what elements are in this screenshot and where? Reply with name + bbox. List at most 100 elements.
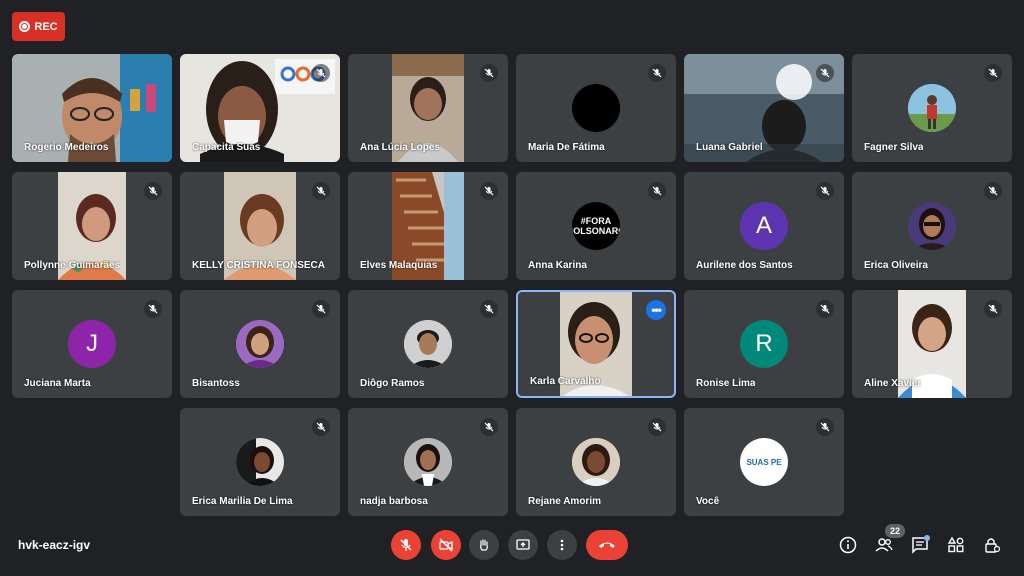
mic-off-icon [144, 300, 162, 318]
mic-off-icon [648, 64, 666, 82]
participant-tile[interactable]: Diôgo Ramos [348, 290, 508, 398]
present-icon [516, 539, 530, 550]
mic-off-icon [312, 418, 330, 436]
participant-tile[interactable]: Ana Lúcia Lopes [348, 54, 508, 162]
participant-tile[interactable]: A Aurilene dos Santos [684, 172, 844, 280]
participant-tile[interactable]: Rogerio Medeiros [12, 54, 172, 162]
more-options-button[interactable] [547, 530, 577, 560]
participant-name: Capacita Suas [192, 142, 261, 153]
camera-toggle-button[interactable] [431, 530, 461, 560]
activities-button[interactable] [944, 533, 968, 557]
participant-tile[interactable]: Bisantoss [180, 290, 340, 398]
participant-tile[interactable]: Luana Gabriel [684, 54, 844, 162]
participant-name: Elves Malaquias [360, 260, 438, 271]
participant-name: Aline Xavier [864, 378, 922, 389]
participant-avatar: A [740, 202, 788, 250]
participant-avatar: SUAS PE [740, 438, 788, 486]
participant-avatar [908, 84, 956, 132]
host-controls-button[interactable] [980, 533, 1004, 557]
participant-avatar [572, 438, 620, 486]
participant-tile[interactable]: #FORA BOLSONARO Anna Karina [516, 172, 676, 280]
participant-tile[interactable]: Maria De Fátima [516, 54, 676, 162]
lock-person-icon [985, 538, 1001, 553]
mic-off-icon [312, 300, 330, 318]
participant-name: Anna Karina [528, 260, 587, 271]
participant-name: Você [696, 496, 720, 507]
participant-avatar [236, 320, 284, 368]
participant-name: Karla Carvalho [530, 376, 601, 387]
participant-name: Pollynne Guimarães [24, 260, 121, 271]
mic-off-icon [648, 182, 666, 200]
participant-name: Diôgo Ramos [360, 378, 425, 389]
mic-off-icon [984, 182, 1002, 200]
record-icon [19, 21, 31, 32]
participant-name: Erica Oliveira [864, 260, 928, 271]
participant-name: KELLY CRISTINA FONSECA [192, 260, 325, 271]
meeting-code: hvk-eacz-igv [18, 538, 91, 552]
mic-off-icon [480, 64, 498, 82]
participant-name: Ronise Lima [696, 378, 756, 389]
participant-name: nadja barbosa [360, 496, 428, 507]
participant-avatar [908, 202, 956, 250]
raise-hand-button[interactable] [469, 530, 499, 560]
participant-avatar [236, 438, 284, 486]
participant-name: Rejane Amorim [528, 496, 601, 507]
mic-off-icon [816, 182, 834, 200]
participant-tile[interactable]: nadja barbosa [348, 408, 508, 516]
participant-name: Juciana Marta [24, 378, 91, 389]
participant-tile[interactable]: Erica Oliveira [852, 172, 1012, 280]
participant-tile[interactable]: Aline Xavier [852, 290, 1012, 398]
participant-tile[interactable]: Capacita Suas [180, 54, 340, 162]
participant-name: Bisantoss [192, 378, 240, 389]
participant-avatar: #FORA BOLSONARO [572, 202, 620, 250]
mic-off-icon [144, 182, 162, 200]
participant-tile[interactable]: KELLY CRISTINA FONSECA [180, 172, 340, 280]
mic-off-icon [480, 300, 498, 318]
present-now-button[interactable] [508, 530, 538, 560]
participant-name: Erica Marilia De Lima [192, 496, 293, 507]
recording-label: REC [34, 20, 58, 33]
participant-avatar [572, 84, 620, 132]
participant-name: Rogerio Medeiros [24, 142, 109, 153]
mic-off-icon [816, 300, 834, 318]
participant-avatar: R [740, 320, 788, 368]
mic-off-icon [312, 182, 330, 200]
activities-icon [947, 536, 964, 553]
participant-tile[interactable]: J Juciana Marta [12, 290, 172, 398]
recording-badge[interactable]: REC [12, 12, 65, 41]
participant-tile[interactable]: Rejane Amorim [516, 408, 676, 516]
more-vert-icon [560, 539, 564, 551]
more-options-icon[interactable]: ••• [646, 300, 666, 320]
info-icon [839, 536, 857, 554]
participant-tile[interactable]: Elves Malaquias [348, 172, 508, 280]
participant-tile-self[interactable]: SUAS PE Você [684, 408, 844, 516]
participant-name: Ana Lúcia Lopes [360, 142, 441, 153]
leave-call-button[interactable] [586, 530, 628, 560]
camera-off-icon [439, 538, 453, 552]
call-end-icon [599, 542, 615, 548]
participant-tile[interactable]: Pollynne Guimarães [12, 172, 172, 280]
participant-name: Maria De Fátima [528, 142, 605, 153]
mic-off-icon [984, 64, 1002, 82]
participant-tile[interactable]: Fagner Silva [852, 54, 1012, 162]
mic-off-icon [816, 64, 834, 82]
participant-tile[interactable]: R Ronise Lima [684, 290, 844, 398]
people-icon [875, 538, 893, 552]
mic-off-icon [816, 418, 834, 436]
participant-avatar [404, 320, 452, 368]
participant-avatar [404, 438, 452, 486]
participant-avatar: J [68, 320, 116, 368]
participant-tile[interactable]: Erica Marilia De Lima [180, 408, 340, 516]
mic-off-icon [480, 418, 498, 436]
mic-off-icon [648, 418, 666, 436]
hand-icon [480, 539, 488, 551]
mic-toggle-button[interactable] [391, 530, 421, 560]
participant-name: Aurilene dos Santos [696, 260, 793, 271]
participant-tile-active[interactable]: ••• Karla Carvalho [516, 290, 676, 398]
participant-name: Luana Gabriel [696, 142, 763, 153]
people-button[interactable] [872, 533, 896, 557]
mic-off-icon [480, 182, 498, 200]
meeting-details-button[interactable] [836, 533, 860, 557]
mic-off-icon [984, 300, 1002, 318]
mic-off-icon [400, 539, 412, 551]
